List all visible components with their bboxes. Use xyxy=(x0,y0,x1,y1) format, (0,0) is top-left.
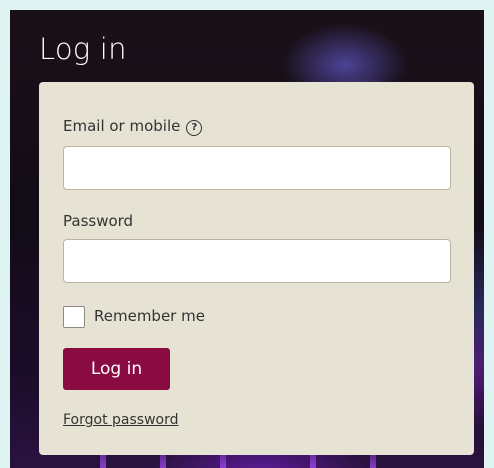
remember-me-checkbox[interactable] xyxy=(63,306,85,328)
background-photo: Log in Email or mobile? Password Remembe… xyxy=(10,10,484,468)
page-title: Log in xyxy=(39,32,127,66)
password-label: Password xyxy=(63,212,134,230)
email-label: Email or mobile? xyxy=(63,117,203,136)
forgot-password-link[interactable]: Forgot password xyxy=(63,412,179,428)
question-circle-icon[interactable]: ? xyxy=(186,120,203,136)
remember-me-label[interactable]: Remember me xyxy=(94,307,205,325)
password-field[interactable] xyxy=(63,239,451,283)
login-form: Email or mobile? Password Remember me Lo… xyxy=(39,82,474,455)
email-label-text: Email or mobile xyxy=(63,117,181,135)
login-button[interactable]: Log in xyxy=(63,348,170,390)
email-field[interactable] xyxy=(63,146,451,190)
